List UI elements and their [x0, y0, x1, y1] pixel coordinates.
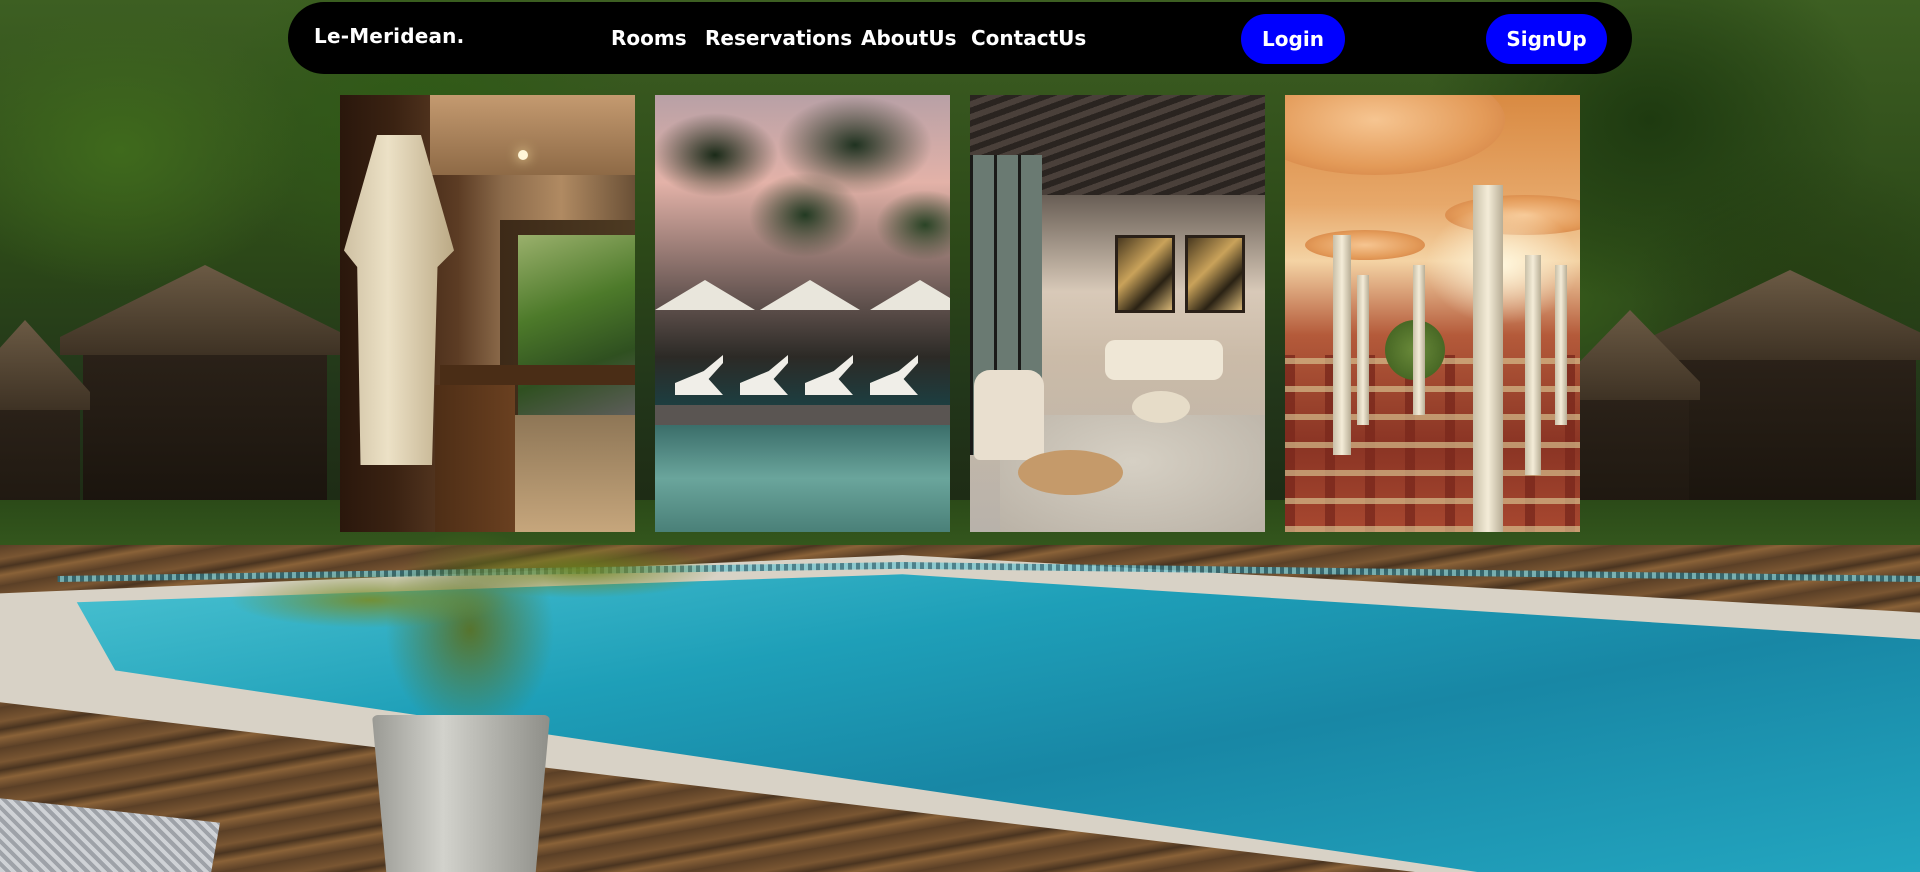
gallery-photo-pool [655, 95, 950, 532]
nav-link-aboutus[interactable]: AboutUs [861, 26, 956, 50]
navbar: Le-Meridean. Rooms Reservations AboutUs … [288, 2, 1632, 74]
brand-logo[interactable]: Le-Meridean. [314, 24, 464, 48]
nav-link-contactus[interactable]: ContactUs [971, 26, 1086, 50]
background-plant-pot [372, 715, 550, 872]
signup-button[interactable]: SignUp [1486, 14, 1607, 64]
gallery-photo-atrium [1285, 95, 1580, 532]
nav-link-rooms[interactable]: Rooms [611, 26, 687, 50]
background-resort-pool-image [0, 0, 1920, 872]
nav-link-reservations[interactable]: Reservations [705, 26, 852, 50]
background-hut-center-right [1560, 310, 1700, 550]
gallery-photo-lounge [970, 95, 1265, 532]
gallery-photo-room [340, 95, 635, 532]
background-hut-far-left [0, 320, 90, 560]
login-button[interactable]: Login [1241, 14, 1345, 64]
